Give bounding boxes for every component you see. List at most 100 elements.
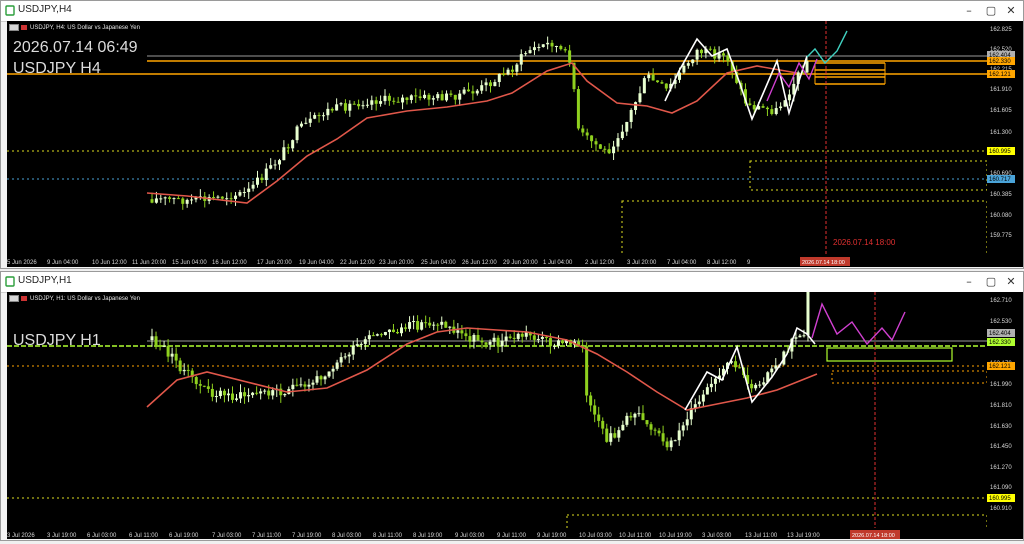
time-axis-tick-label: 25 Jun 04:00 (421, 260, 456, 266)
candle-body (765, 107, 769, 110)
candle-body (774, 365, 778, 369)
price-axis-tick-label: 161.910 (990, 87, 1012, 93)
h4-chart-window[interactable]: USDJPY,H4 – ▢ ✕ 2026.07.14 18:00 5 Jun 20… (0, 0, 1024, 269)
minimize-button[interactable]: – (959, 2, 979, 20)
candle-body (185, 199, 189, 204)
candle-body (516, 333, 520, 339)
time-axis-tick-label: 29 Jun 20:00 (503, 260, 538, 266)
h4-price-scale: 162.825162.520162.215161.910161.605161.3… (987, 27, 1015, 239)
close-button[interactable]: ✕ (1001, 273, 1021, 291)
candle-body (286, 147, 290, 149)
candle-body (370, 100, 374, 105)
candle-body (593, 405, 597, 415)
candle-body (226, 393, 230, 396)
price-level-badge-label: 162.330 (989, 340, 1011, 346)
maximize-button[interactable]: ▢ (981, 2, 1001, 20)
candle-body (432, 324, 436, 326)
price-level-badge-label: 160.995 (989, 149, 1011, 155)
candle-body (182, 369, 186, 372)
price-axis-tick-label: 160.910 (990, 506, 1012, 512)
candle-body (181, 198, 185, 204)
candle-body (242, 192, 246, 194)
candle-body (458, 93, 462, 100)
candle-body (512, 337, 516, 339)
zone-box (749, 160, 987, 191)
candle-body (607, 149, 611, 154)
candle-body (273, 164, 277, 166)
candle-body (206, 386, 210, 389)
minimize-button[interactable]: – (959, 273, 979, 291)
candle-body (401, 97, 405, 103)
h4-plot-area[interactable]: 2026.07.14 18:00 5 Jun 2026 9 Jun 04:00 10 … (7, 21, 987, 267)
candle-body (335, 104, 339, 111)
chart-window-icon (5, 276, 15, 287)
candle-body (699, 49, 703, 54)
candle-body (682, 65, 686, 73)
candle-body (269, 165, 273, 169)
candle-body (330, 108, 334, 111)
candle-body (484, 342, 488, 345)
time-axis-tick-label: 13 Jul 11:00 (745, 533, 778, 539)
candle-body (456, 330, 460, 333)
candle-body (371, 335, 375, 337)
h1-title-bar[interactable]: USDJPY,H1 – ▢ ✕ (1, 272, 1023, 293)
price-level-badge-label: 162.121 (989, 364, 1011, 370)
candle-body (597, 414, 601, 421)
price-level-badge-label: 162.330 (989, 59, 1011, 65)
candle-body (304, 122, 308, 124)
candle-body (471, 91, 475, 94)
candle-body (243, 392, 247, 397)
candle-body (259, 391, 263, 394)
candle-body (150, 336, 154, 340)
candle-body (598, 144, 602, 149)
h1-price-axis[interactable]: 162.710162.530162.350162.170161.990161.8… (987, 292, 1023, 539)
candle-body (315, 376, 319, 383)
candle-body (492, 337, 496, 342)
candle-body (681, 425, 685, 431)
h1-price-chart: 2026.07.14 18:00 3 Jul 2026 3 Jul 19:00 6 J… (7, 292, 987, 539)
candle-body (568, 50, 572, 63)
candle-body (484, 82, 488, 86)
candle-body (445, 93, 449, 101)
candle-body (779, 106, 783, 109)
time-axis-tick-label: 5 Jun 2026 (7, 260, 37, 266)
us-flag-icon (9, 24, 19, 31)
h4-title-bar[interactable]: USDJPY,H4 – ▢ ✕ (1, 1, 1023, 22)
time-axis-tick-label: 8 Jul 12:00 (707, 260, 737, 266)
candle-body (641, 413, 645, 421)
candle-body (480, 85, 484, 91)
h1-plot-area[interactable]: 2026.07.14 18:00 3 Jul 2026 3 Jul 19:00 6 J… (7, 292, 987, 539)
candle-body (750, 383, 754, 389)
price-axis-tick-label: 161.605 (990, 108, 1012, 114)
h4-price-axis[interactable]: 162.825162.520162.215161.910161.605161.3… (987, 21, 1023, 267)
moving-average-line (146, 62, 798, 204)
candle-body (497, 73, 501, 83)
forecast-time-badge-label: 2026.07.14 18:00 (802, 260, 845, 266)
candle-body (347, 354, 351, 357)
candle-body (524, 53, 528, 55)
time-axis-tick-label: 23 Jun 20:00 (379, 260, 414, 266)
candle-body (480, 340, 484, 343)
candle-body (467, 89, 471, 92)
candle-body (697, 401, 701, 405)
chart-window-icon (5, 5, 15, 16)
time-axis-tick-label: 10 Jul 11:00 (619, 533, 652, 539)
maximize-button[interactable]: ▢ (981, 273, 1001, 291)
candle-body (748, 103, 752, 105)
price-axis-tick-label: 161.810 (990, 403, 1012, 409)
h4-symbol-description: USDJPY, H4: US Dollar vs Japanese Yen (9, 24, 140, 31)
close-button[interactable]: ✕ (1001, 2, 1021, 20)
candle-body (612, 146, 616, 154)
h1-chart-window[interactable]: USDJPY,H1 – ▢ ✕ 2026.07.14 18:00 3 Jul 20… (0, 271, 1024, 541)
h4-window-title: USDJPY,H4 (18, 4, 72, 15)
candle-body (343, 356, 347, 358)
candle-body (365, 104, 369, 106)
h1-price-scale: 162.710162.530162.350162.170161.990161.8… (987, 298, 1015, 512)
candle-body (637, 413, 641, 415)
candle-body (408, 322, 412, 329)
candle-body (428, 322, 432, 326)
candle-body (493, 82, 497, 87)
candle-body (449, 93, 453, 95)
candle-body (625, 415, 629, 425)
candle-body (621, 424, 625, 431)
